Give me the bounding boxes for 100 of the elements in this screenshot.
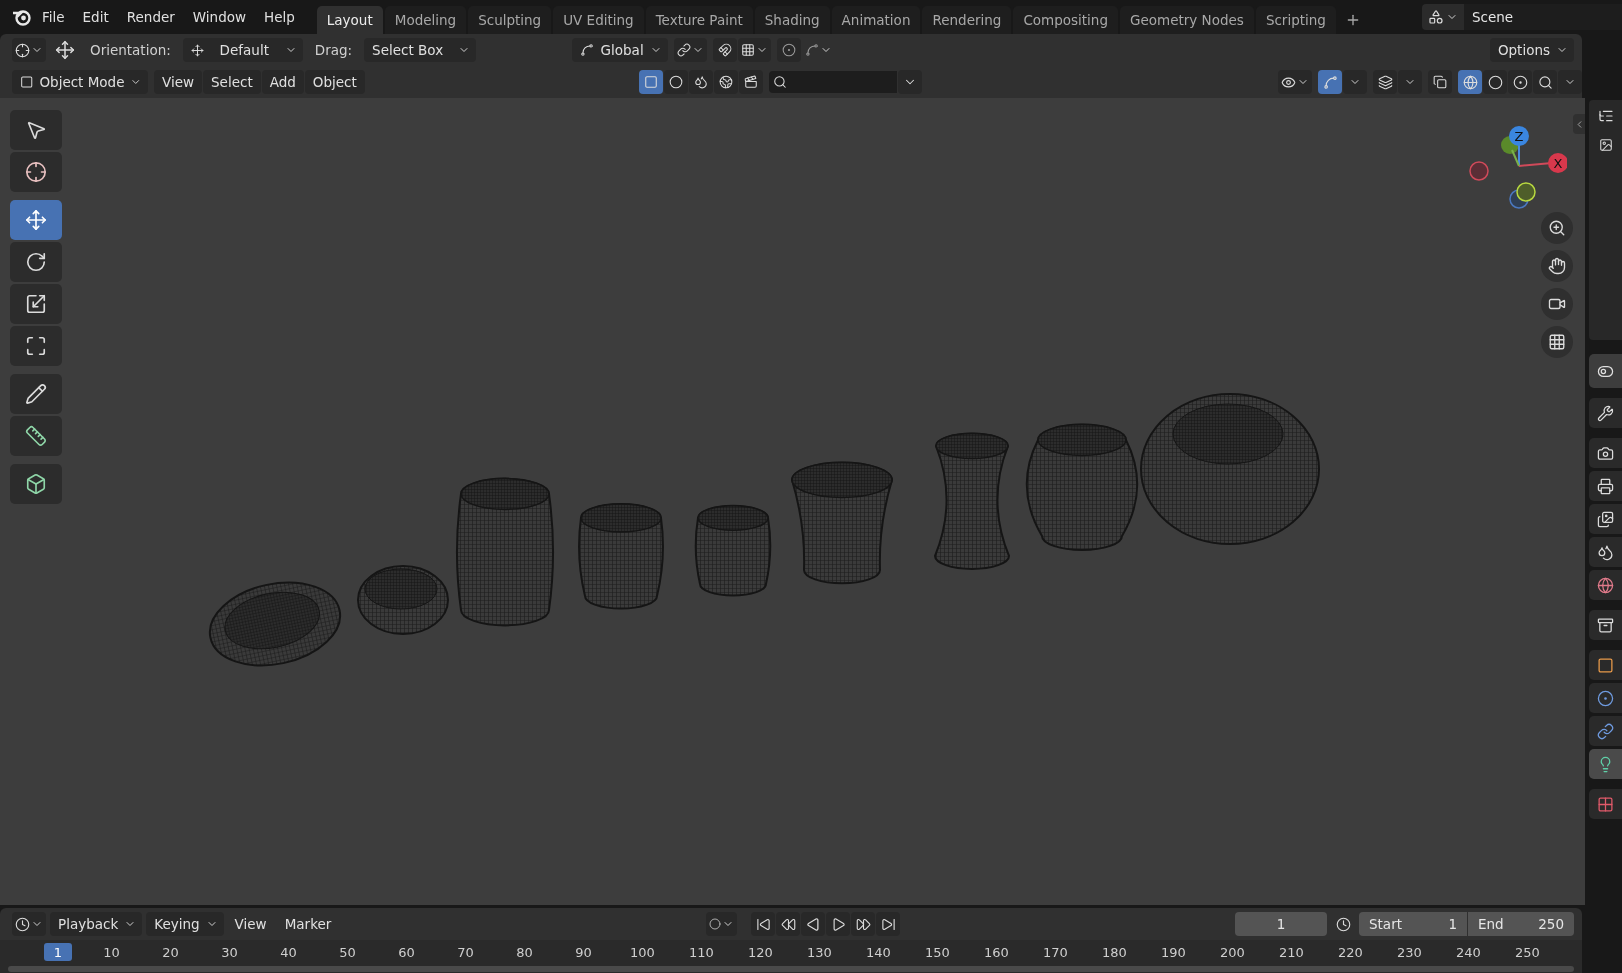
measure-tool[interactable] [10,416,62,456]
properties-tab[interactable] [1589,716,1622,746]
overlay-toggle[interactable] [1373,70,1397,94]
outliner-icon [1597,108,1614,124]
properties-tab[interactable] [1589,471,1622,501]
workspace-tab[interactable]: Layout [316,6,383,34]
rotate-tool[interactable] [10,242,62,282]
shading-mode-button[interactable] [1483,70,1507,94]
properties-tab[interactable] [1589,398,1622,428]
mode-dropdown[interactable]: Object Mode [12,70,148,94]
options-dropdown[interactable]: Options [1489,38,1574,62]
snap-target-button[interactable] [738,38,772,62]
constraint-icon [1597,722,1614,740]
frame-number: 220 [1337,944,1364,960]
workspace-tab[interactable]: Animation [831,6,921,34]
navigation-gizmo[interactable]: Z X [1469,126,1567,209]
pivot-point-button[interactable] [674,38,708,62]
scene-selector-button[interactable] [1422,4,1464,30]
select-box-tool[interactable] [10,110,62,150]
start-frame-field[interactable]: Start 1 [1359,912,1467,936]
shading-mode-button[interactable] [1508,70,1532,94]
menu-item[interactable]: Window [184,5,255,29]
sidebar-toggle[interactable] [1573,114,1585,134]
camera-view-button[interactable] [1541,288,1573,320]
viewport-menu[interactable]: Object [304,70,365,94]
workspace-tab[interactable]: Geometry Nodes [1120,6,1254,34]
jump-end-button[interactable] [876,912,901,936]
current-frame-field[interactable]: 1 [1235,912,1327,936]
viewport-menu[interactable]: View [154,70,203,94]
perspective-button[interactable] [1541,326,1573,358]
shading-mode-button[interactable] [1458,70,1482,94]
viewport-menu[interactable]: Select [203,70,261,94]
filter-button[interactable] [897,70,922,94]
gizmo-menu-button[interactable] [1343,70,1367,94]
properties-tab[interactable] [1589,354,1622,388]
next-keyframe-button[interactable] [851,912,876,936]
shading-mode-button[interactable] [1533,70,1557,94]
visibility-button[interactable] [1278,70,1312,94]
annotate-tool[interactable] [10,374,62,414]
workspace-tab[interactable]: Texture Paint [645,6,753,34]
move-tool[interactable] [10,200,62,240]
orientation-dropdown[interactable]: Default [182,38,303,62]
playhead[interactable]: 1 [44,943,72,961]
zoom-icon [1548,219,1566,237]
xray-toggle[interactable] [1428,70,1452,94]
jump-start-button[interactable] [751,912,776,936]
workspace-tab[interactable]: Shading [754,6,830,34]
transform-orientation-dropdown[interactable]: Global [572,38,669,62]
object-mode-icon [20,75,34,89]
select-box-icon [25,119,47,141]
blender-logo[interactable] [12,8,32,26]
properties-tab[interactable] [1589,438,1622,468]
scene-field[interactable]: Scene [1464,4,1622,30]
zoom-button[interactable] [1541,212,1573,244]
select-mode-button[interactable] [713,70,738,94]
workspace-tab[interactable]: Modeling [384,6,467,34]
select-mode-button[interactable] [688,70,713,94]
properties-tab[interactable] [1589,537,1622,567]
playback-dropdown[interactable]: Playback [50,912,143,936]
search-field[interactable] [768,71,897,93]
drag-dropdown[interactable]: Select Box [364,38,477,62]
workspace-tab[interactable]: Compositing [1013,6,1118,34]
record-button[interactable] [706,912,738,936]
keying-dropdown[interactable]: Keying [146,912,224,936]
properties-tab[interactable] [1589,504,1622,534]
menu-item[interactable]: Help [256,5,303,29]
snap-toggle[interactable] [713,38,738,62]
select-mode-button[interactable] [638,70,663,94]
properties-tab[interactable] [1589,570,1622,600]
properties-tab[interactable] [1589,610,1622,640]
viewport-menu[interactable]: Add [261,70,304,94]
3d-viewport[interactable]: Z X [0,98,1585,905]
add-cube-tool[interactable] [10,464,62,504]
workspace-tab[interactable]: Rendering [922,6,1012,34]
properties-tab[interactable] [1589,650,1622,680]
workspace-tab[interactable]: Sculpting [468,6,552,34]
pan-button[interactable] [1541,250,1573,282]
cursor-tool[interactable] [10,152,62,192]
scrollbar[interactable] [8,966,1574,972]
select-mode-button[interactable] [663,70,688,94]
end-frame-field[interactable]: End 250 [1468,912,1574,936]
timeline-menu[interactable]: View [227,916,274,932]
select-mode-button[interactable] [738,70,763,94]
play-reverse-button[interactable] [801,912,826,936]
gizmo-toggle[interactable] [1318,70,1342,94]
workspace-tab[interactable]: UV Editing [553,6,644,34]
increment-icon [741,43,756,57]
play-button[interactable] [826,912,851,936]
workspace-tab[interactable]: Scripting [1255,6,1336,34]
previous-keyframe-button[interactable] [776,912,801,936]
editor-type-button[interactable] [12,912,46,936]
menu-item[interactable]: Render [118,5,183,29]
proportional-editing-toggle[interactable] [777,38,802,62]
scale-tool[interactable] [10,284,62,324]
transform-tool[interactable] [10,326,62,366]
properties-tab[interactable] [1589,683,1622,713]
timeline-menu[interactable]: Marker [277,916,339,932]
tool-menu-button[interactable] [12,38,46,62]
menu-item[interactable]: Edit [74,5,117,29]
menu-item[interactable]: File [34,5,73,29]
